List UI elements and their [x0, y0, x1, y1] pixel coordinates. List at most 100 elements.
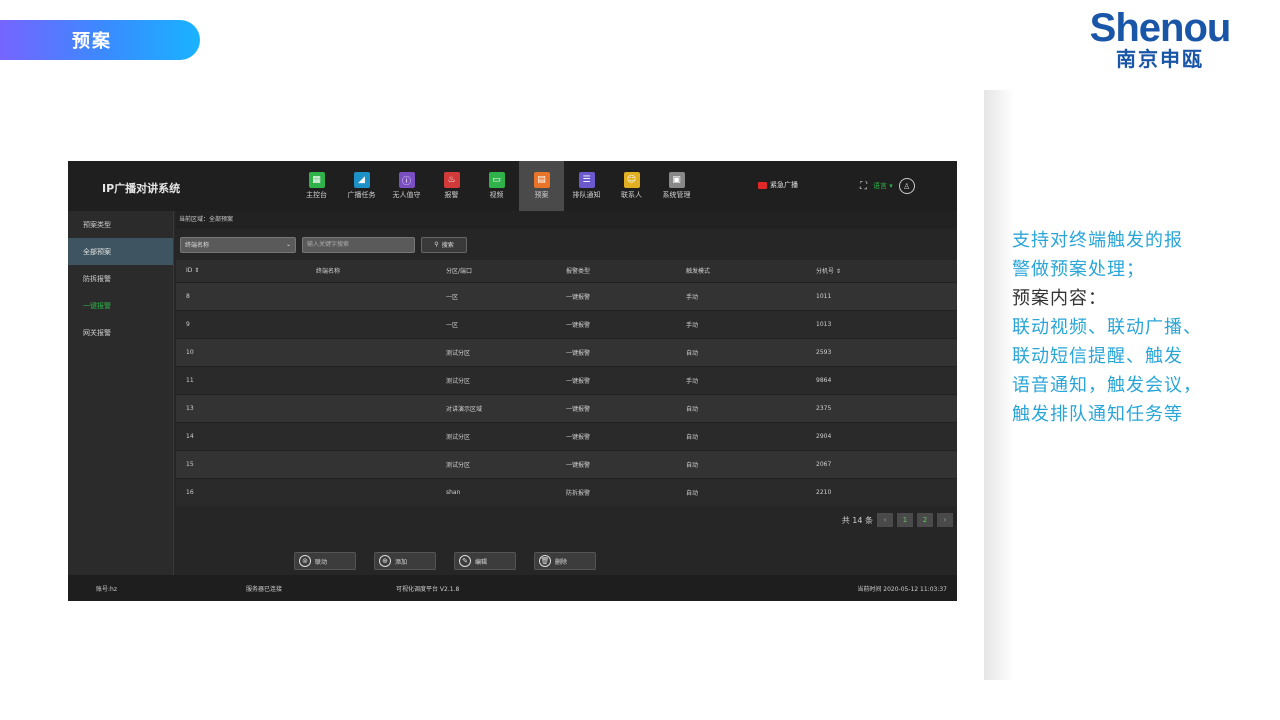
column-header[interactable]: 触发模式 [676, 260, 806, 282]
search-icon: ⚲ [434, 241, 439, 248]
table-cell: 一键报警 [556, 421, 676, 450]
table-row[interactable]: 13 对讲演示区域 一键报警 自动 2375 [176, 393, 957, 422]
action-label: 添加 [395, 558, 408, 566]
nav-item[interactable]: ⓘ 无人值守 [384, 161, 429, 211]
prev-page-button[interactable]: ‹ [877, 513, 893, 527]
nav-item[interactable]: ♨ 报警 [429, 161, 474, 211]
table-cell: 自动 [676, 393, 806, 422]
nav-item-label: 报警 [444, 191, 459, 199]
add-button[interactable]: ⊕ 添加 [374, 552, 436, 570]
sidebar-item[interactable]: 网关报警 [68, 319, 173, 346]
table-cell: 手动 [676, 281, 806, 310]
logo-text-cn: 南京申瓯 [1116, 47, 1204, 71]
table-row[interactable]: 16 shan 防拆报警 自动 2210 [176, 477, 957, 506]
table-cell: 2904 [806, 421, 957, 450]
total-count: 共 14 条 [841, 515, 873, 525]
table-row[interactable]: 8 一区 一键报警 手动 1011 [176, 281, 957, 310]
queue-icon: ☰ [578, 172, 595, 188]
page-1-button[interactable]: 1 [897, 513, 913, 527]
filter-field-select[interactable]: 终端名称 ⌄ [180, 236, 296, 253]
desc-line: 联动视频、联动广播、 [1012, 317, 1202, 338]
chevron-down-icon: ⌄ [285, 241, 291, 248]
table-cell: 自动 [676, 477, 806, 506]
table-cell: 2375 [806, 393, 957, 422]
table-cell: 一区 [436, 309, 556, 338]
emergency-broadcast-button[interactable]: 紧急广播 [758, 180, 798, 190]
column-header[interactable]: ID ⇕ [176, 260, 306, 282]
table-cell: 9 [176, 309, 306, 338]
table-cell: 测试分区 [436, 449, 556, 478]
nav-item[interactable]: ▭ 视频 [474, 161, 519, 211]
table-cell: 一键报警 [556, 309, 676, 338]
table-cell: 16 [176, 477, 306, 506]
account-status: 账号:hz [96, 586, 117, 593]
table-cell: shan [436, 477, 556, 506]
sidebar-item[interactable]: 一键报警 [68, 292, 173, 319]
next-page-button[interactable]: › [937, 513, 953, 527]
table-cell: 一键报警 [556, 365, 676, 394]
table-cell [306, 337, 436, 366]
current-time: 当前时间 2020-05-12 11:03:37 [857, 586, 947, 593]
top-bar-right: ⛶ 语言 ▾ ♙ [860, 178, 915, 194]
table-body: 8 一区 一键报警 手动 1011 9 一区 一键报警 手动 1013 10 测试分区 一键报警 自动 25… [176, 281, 957, 506]
description-text: 支持对终端触发的报 警做预案处理； 预案内容： 联动视频、联动广播、 联动短信提… [1012, 226, 1232, 429]
table-cell: 2210 [806, 477, 957, 506]
language-select[interactable]: 语言 ▾ [873, 181, 893, 191]
search-input[interactable]: 输入关键字搜索 [302, 236, 415, 253]
table-row[interactable]: 9 一区 一键报警 手动 1013 [176, 309, 957, 338]
breadcrumb: 当前区域：全部预案 [176, 211, 957, 229]
table-row[interactable]: 14 测试分区 一键报警 自动 2904 [176, 421, 957, 450]
sidebar-item[interactable]: 防拆报警 [68, 265, 173, 292]
table-row[interactable]: 11 测试分区 一键报警 手动 9864 [176, 365, 957, 394]
sidebar: 预案类型 全部预案 防拆报警 一键报警 网关报警 [68, 211, 174, 575]
column-header[interactable]: 终端名称 [306, 260, 436, 282]
table-cell: 15 [176, 449, 306, 478]
nav-item[interactable]: ☰ 排队通知 [564, 161, 609, 211]
desc-line: 联动短信提醒、触发 [1012, 346, 1183, 367]
table-header: ID ⇕ 终端名称 分区/端口 报警类型 触发模式 分机号 ⇕ [176, 260, 957, 282]
nav-item[interactable]: ◢ 广播任务 [339, 161, 384, 211]
table-row[interactable]: 15 测试分区 一键报警 自动 2067 [176, 449, 957, 478]
table-cell: 10 [176, 337, 306, 366]
speaker-icon [758, 181, 767, 189]
nav-item[interactable]: ☺ 联系人 [609, 161, 654, 211]
table-cell: 1013 [806, 309, 957, 338]
emergency-label: 紧急广播 [770, 181, 798, 189]
slide-title: 预案 [0, 20, 200, 60]
top-bar: IP广播对讲系统 ▦ 主控台 ◢ 广播任务 ⓘ 无人值守 ♨ 报警 ▭ 视频 ▤ 预案 ☰ 排队通知 ☺ 联系… [68, 161, 957, 211]
fullscreen-icon[interactable]: ⛶ [860, 181, 867, 192]
table-row[interactable]: 10 测试分区 一键报警 自动 2593 [176, 337, 957, 366]
link-button[interactable]: ⊚ 联动 [294, 552, 356, 570]
nav-item-label: 视频 [489, 191, 504, 199]
connection-status: 服务器已连接 [246, 586, 283, 593]
add-icon: ⊕ [379, 555, 391, 567]
nav-item-label: 预案 [534, 191, 549, 199]
main-nav: ▦ 主控台 ◢ 广播任务 ⓘ 无人值守 ♨ 报警 ▭ 视频 ▤ 预案 ☰ 排队通知 ☺ 联系人 ▣ 系统管理 [294, 161, 699, 211]
link-icon: ⊚ [299, 555, 311, 567]
logo-text-en: Shenou [1089, 6, 1232, 50]
table-cell: 测试分区 [436, 365, 556, 394]
table-cell: 一区 [436, 281, 556, 310]
nav-item[interactable]: ▦ 主控台 [294, 161, 339, 211]
nav-item[interactable]: ▤ 预案 [519, 161, 564, 211]
sidebar-item[interactable]: 全部预案 [68, 238, 173, 265]
table-cell: 14 [176, 421, 306, 450]
table-cell [306, 309, 436, 338]
info-icon: ⓘ [398, 172, 415, 188]
page-2-button[interactable]: 2 [917, 513, 933, 527]
column-header[interactable]: 报警类型 [556, 260, 676, 282]
nav-item[interactable]: ▣ 系统管理 [654, 161, 699, 211]
search-button[interactable]: ⚲ 搜索 [421, 236, 467, 253]
contacts-icon: ☺ [623, 172, 640, 188]
action-bar: ⊚ 联动 ⊕ 添加 ✎ 编辑 🗑 删除 [176, 547, 957, 575]
brand-logo: Shenou 南京申瓯 [1080, 6, 1240, 70]
divider-shadow [984, 90, 1014, 680]
edit-button[interactable]: ✎ 编辑 [454, 552, 516, 570]
table-cell: 自动 [676, 449, 806, 478]
table-cell: 防拆报警 [556, 477, 676, 506]
user-avatar-icon[interactable]: ♙ [898, 178, 915, 194]
delete-button[interactable]: 🗑 删除 [534, 552, 596, 570]
nav-item-label: 排队通知 [572, 191, 601, 199]
column-header[interactable]: 分区/端口 [436, 260, 556, 282]
column-header[interactable]: 分机号 ⇕ [806, 260, 957, 282]
